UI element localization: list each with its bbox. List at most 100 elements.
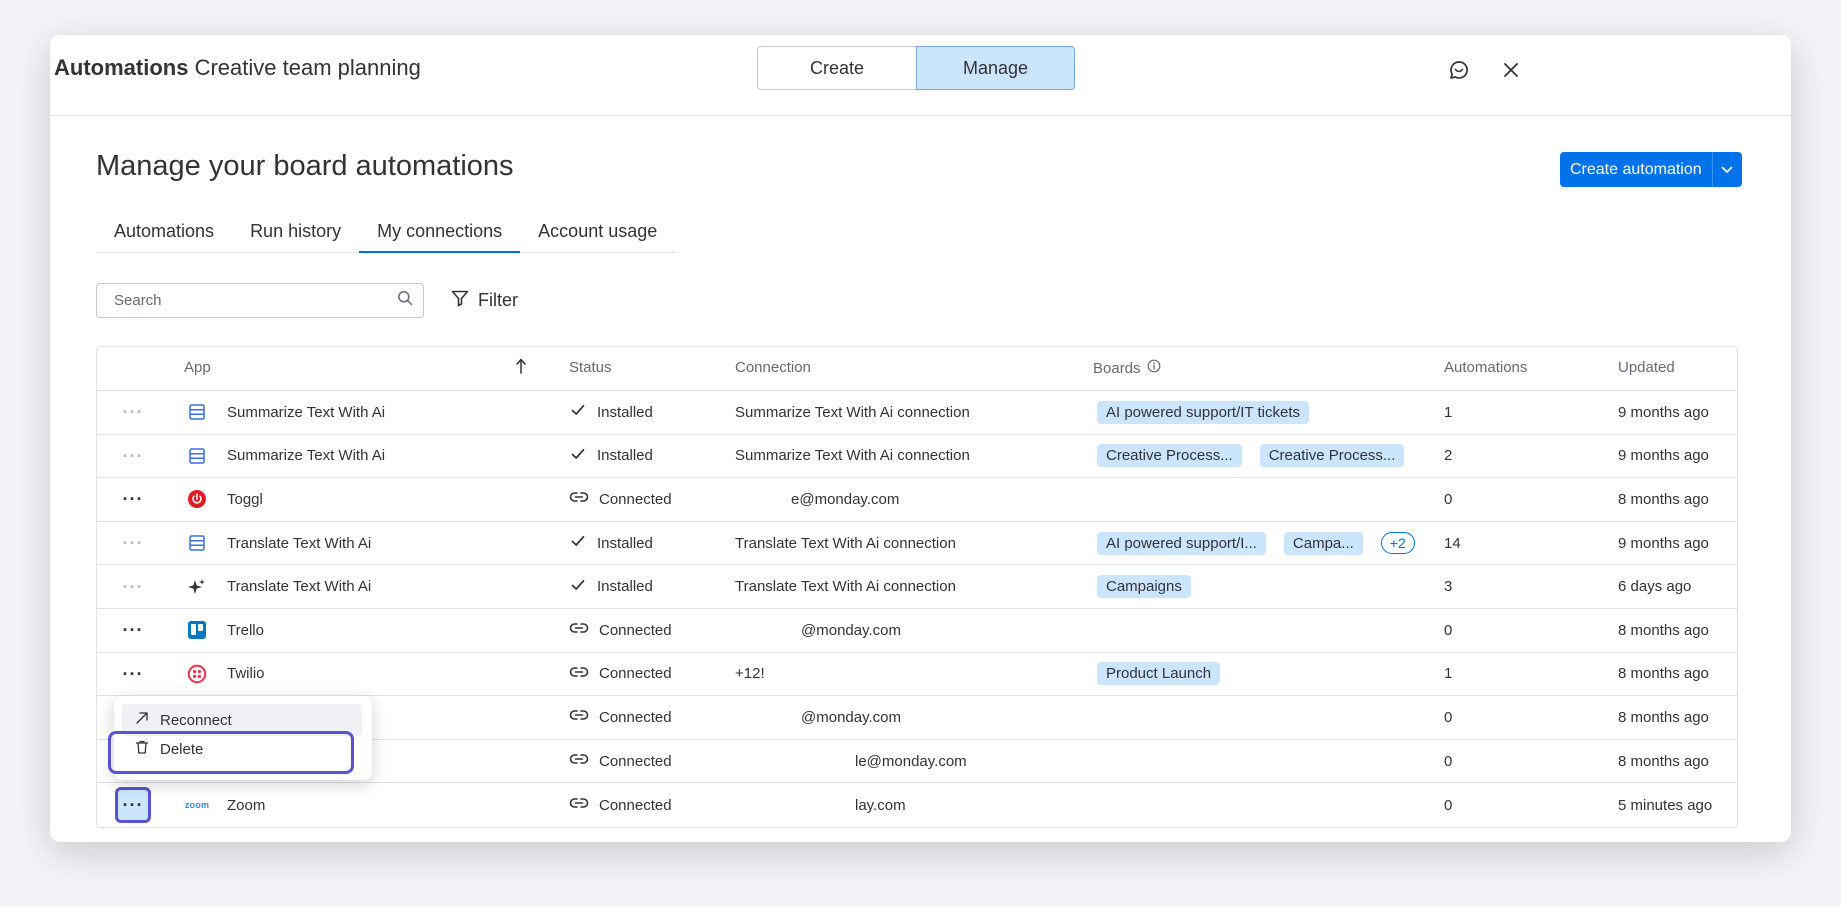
- updated-time: 5 minutes ago: [1618, 796, 1713, 814]
- more-options-icon: ···: [122, 489, 144, 510]
- status-cell: Connected: [569, 783, 672, 827]
- more-options-icon: ···: [115, 787, 151, 824]
- zoom-logo-text: zoom: [184, 800, 210, 811]
- search-input[interactable]: [114, 292, 397, 309]
- board-chip[interactable]: Product Launch: [1097, 662, 1221, 686]
- board-chip[interactable]: Campaigns: [1097, 575, 1191, 599]
- delete-menu-item[interactable]: Delete: [122, 733, 362, 765]
- trash-icon: [134, 739, 150, 759]
- automations-count: 3: [1444, 578, 1453, 596]
- info-icon[interactable]: [1147, 359, 1161, 377]
- search-icon: [397, 290, 413, 311]
- board-chip[interactable]: AI powered support/I...: [1097, 531, 1266, 555]
- updated-time: 9 months ago: [1618, 447, 1709, 465]
- updated-time: 9 months ago: [1618, 534, 1709, 552]
- row-menu-button[interactable]: ···: [115, 609, 151, 652]
- boards-cell: AI powered support/I... Campa... +2: [1097, 522, 1415, 565]
- automations-count: 0: [1444, 490, 1453, 508]
- automations-count: 0: [1444, 708, 1453, 726]
- connection-name: le@monday.com: [855, 752, 967, 770]
- more-boards-badge[interactable]: +2: [1380, 532, 1415, 555]
- manage-mode-button[interactable]: Manage: [916, 46, 1075, 90]
- more-options-icon: ···: [122, 576, 144, 597]
- column-header-updated: Updated: [1618, 359, 1675, 376]
- row-menu-button[interactable]: ···: [115, 435, 151, 478]
- updated-time: 8 months ago: [1618, 665, 1709, 683]
- automations-count: 1: [1444, 403, 1453, 421]
- filter-button[interactable]: Filter: [450, 283, 518, 318]
- summarize-ai-icon: [185, 391, 209, 434]
- check-icon: [569, 445, 587, 467]
- column-header-automations: Automations: [1444, 359, 1528, 376]
- chevron-down-icon[interactable]: [1711, 152, 1742, 187]
- updated-time: 8 months ago: [1618, 752, 1709, 770]
- automations-count: 14: [1444, 534, 1461, 552]
- link-icon: [569, 708, 589, 726]
- row-menu-button[interactable]: ···: [115, 391, 151, 434]
- sort-arrow-up-icon[interactable]: [515, 357, 527, 379]
- column-header-connection: Connection: [735, 359, 811, 376]
- table-header: App Status Connection Boards Automations…: [97, 347, 1737, 391]
- check-icon: [569, 576, 587, 598]
- feedback-icon[interactable]: [1446, 57, 1472, 83]
- create-automation-button[interactable]: Create automation: [1560, 152, 1712, 187]
- status-text: Connected: [599, 708, 672, 726]
- status-cell: Connected: [569, 609, 672, 652]
- updated-time: 9 months ago: [1618, 403, 1709, 421]
- app-name: Translate Text With Ai: [227, 578, 372, 596]
- row-menu-button[interactable]: ···: [115, 653, 151, 696]
- updated-time: 8 months ago: [1618, 490, 1709, 508]
- board-chip[interactable]: Creative Process...: [1259, 444, 1405, 468]
- tab-bar: Automations Run history My connections A…: [96, 219, 676, 253]
- app-name: Summarize Text With Ai: [227, 447, 386, 465]
- close-icon[interactable]: [1498, 57, 1524, 83]
- table-row: ··· zoom Zoom Connected lay.com 0 5 minutes ag…: [97, 783, 1737, 827]
- status-text: Connected: [599, 752, 672, 770]
- link-icon: [569, 752, 589, 770]
- board-name: Creative team planning: [194, 55, 421, 80]
- column-header-boards: Boards: [1093, 359, 1161, 377]
- page-title: Manage your board automations: [96, 150, 514, 182]
- row-context-menu: Reconnect Delete: [114, 696, 372, 780]
- status-cell: Connected: [569, 696, 672, 739]
- column-header-status: Status: [569, 359, 612, 376]
- status-cell: Connected: [569, 740, 672, 783]
- create-mode-button[interactable]: Create: [757, 46, 916, 90]
- more-options-icon: ···: [122, 620, 144, 641]
- link-icon: [569, 796, 589, 814]
- board-chip[interactable]: Creative Process...: [1097, 444, 1242, 468]
- column-header-app[interactable]: App: [184, 359, 211, 376]
- connection-name: @monday.com: [801, 621, 901, 639]
- status-text: Connected: [599, 621, 672, 639]
- status-cell: Installed: [569, 565, 653, 608]
- reconnect-menu-item[interactable]: Reconnect: [122, 704, 362, 736]
- tab-automations[interactable]: Automations: [96, 219, 232, 253]
- row-menu-button[interactable]: ···: [115, 522, 151, 565]
- row-menu-button-active[interactable]: ···: [115, 783, 151, 827]
- trello-icon: [185, 609, 209, 652]
- board-chip[interactable]: AI powered support/IT tickets: [1097, 400, 1309, 424]
- connection-name: e@monday.com: [791, 490, 900, 508]
- summarize-ai-icon: [185, 435, 209, 478]
- status-text: Connected: [599, 490, 672, 508]
- more-options-icon: ···: [122, 533, 144, 554]
- tab-account-usage[interactable]: Account usage: [520, 219, 675, 253]
- check-icon: [569, 532, 587, 554]
- delete-label: Delete: [160, 740, 204, 758]
- app-name: Translate Text With Ai: [227, 534, 372, 552]
- filter-icon: [450, 288, 470, 313]
- tab-my-connections[interactable]: My connections: [359, 219, 521, 253]
- search-box: [96, 283, 424, 318]
- create-automation-button-group: Create automation: [1560, 152, 1742, 187]
- board-chip[interactable]: Campa...: [1283, 531, 1363, 555]
- check-icon: [569, 401, 587, 423]
- zoom-icon: zoom: [185, 783, 209, 827]
- updated-time: 8 months ago: [1618, 708, 1709, 726]
- tab-run-history[interactable]: Run history: [232, 219, 359, 253]
- row-menu-button[interactable]: ···: [115, 565, 151, 608]
- filter-label: Filter: [478, 290, 518, 310]
- status-text: Connected: [599, 796, 672, 814]
- row-menu-button[interactable]: ···: [115, 478, 151, 521]
- app-name: Summarize Text With Ai: [227, 403, 386, 421]
- table-row: ··· Summarize Text With Ai Installed Summar…: [97, 435, 1737, 479]
